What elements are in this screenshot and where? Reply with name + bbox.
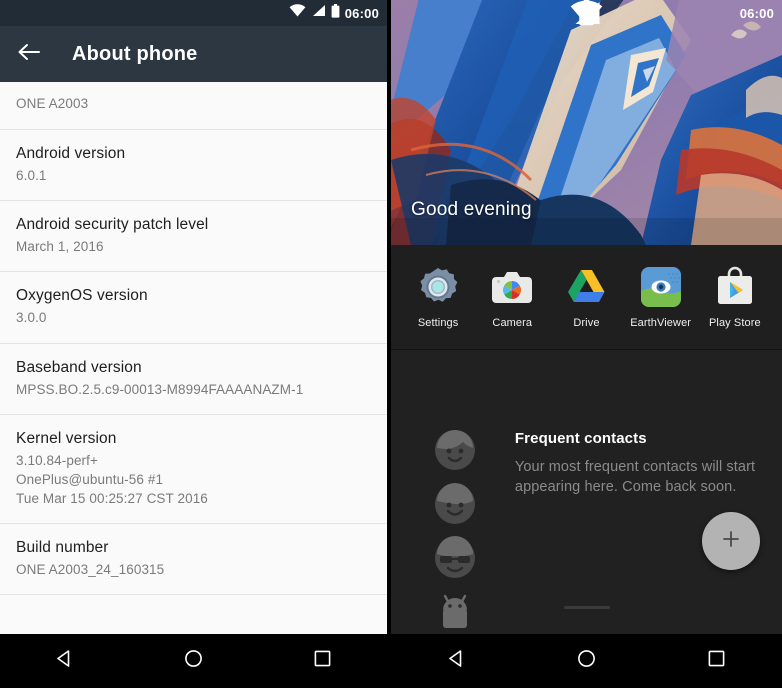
- home-circle-icon: [577, 649, 596, 673]
- recents-square-icon: [708, 650, 725, 672]
- settings-row[interactable]: Android security patch level March 1, 201…: [0, 201, 387, 273]
- back-triangle-icon: [55, 649, 74, 673]
- app-shortcut-play-store[interactable]: Play Store: [704, 265, 766, 329]
- app-label: Drive: [573, 317, 600, 329]
- app-shortcut-camera[interactable]: Camera: [481, 265, 543, 329]
- wifi-icon: [289, 4, 306, 22]
- app-shortcut-row: Settings Camera Drive EarthViewer Play S…: [391, 245, 782, 350]
- settings-row-value: ONE A2003_24_160315: [16, 562, 165, 578]
- nav-home-button[interactable]: [167, 634, 221, 688]
- settings-row-title: Android security patch level: [16, 216, 209, 234]
- back-triangle-icon: [447, 649, 466, 673]
- wallpaper: 06:00 Good evening: [391, 0, 782, 245]
- app-label: EarthViewer: [630, 317, 692, 329]
- settings-row-title: Build number: [16, 539, 109, 557]
- nav-back-button[interactable]: [38, 634, 92, 688]
- settings-row-value: 6.0.1: [16, 168, 47, 184]
- frequent-contacts-body: Your most frequent contacts will start a…: [514, 459, 756, 495]
- nav-back-button[interactable]: [429, 634, 483, 688]
- dual-phone-screenshot: 06:00 About phone ONE A2003 Android versi…: [0, 0, 782, 688]
- plus-icon: [721, 529, 741, 554]
- about-phone-app-bar: About phone: [0, 26, 387, 82]
- earthviewer-eye-icon: [639, 265, 683, 309]
- status-bar-clock: 06:00: [344, 5, 379, 21]
- settings-row-value: 3.10.84-perf+ OnePlus@ubuntu-56 #1 Tue Mar…: [16, 452, 208, 507]
- settings-row-value: ONE A2003: [16, 96, 89, 111]
- settings-row-title: Baseband version: [16, 358, 142, 376]
- app-shortcut-drive[interactable]: Drive: [555, 265, 617, 329]
- google-drive-icon: [564, 265, 608, 309]
- settings-row[interactable]: Kernel version 3.10.84-perf+ OnePlus@ubunt…: [0, 414, 387, 525]
- avatar-grid: [433, 428, 495, 634]
- settings-row-value: March 1, 2016: [16, 239, 104, 255]
- left-nav-bar: [0, 634, 387, 688]
- settings-row-title: Kernel version: [16, 429, 117, 447]
- nav-recents-button[interactable]: [296, 634, 350, 688]
- avatar-face-1-icon: [433, 428, 477, 472]
- drag-handle[interactable]: [563, 606, 610, 609]
- recents-square-icon: [314, 650, 331, 672]
- settings-row[interactable]: Baseband version MPSS.BO.2.5.c9-00013-M89…: [0, 343, 387, 415]
- greeting-text: Good evening: [411, 199, 532, 220]
- camera-icon: [490, 265, 534, 309]
- add-contact-fab[interactable]: [702, 512, 760, 570]
- avatar-sunglasses-icon: [433, 536, 477, 580]
- app-label: Camera: [492, 317, 533, 329]
- nav-home-button[interactable]: [559, 634, 613, 688]
- signal-icon: [311, 4, 326, 22]
- avatar-android-icon: [433, 590, 477, 634]
- settings-row[interactable]: OxygenOS version 3.0.0: [0, 272, 387, 344]
- settings-row-value: 3.0.0: [16, 310, 47, 326]
- app-shortcut-earthviewer[interactable]: EarthViewer: [630, 265, 692, 329]
- right-phone-screen: 06:00 Good evening Settings Camera Drive…: [391, 0, 782, 688]
- settings-row-title: OxygenOS version: [16, 287, 148, 305]
- about-phone-list[interactable]: ONE A2003 Android version 6.0.1 Android sec…: [0, 82, 387, 634]
- settings-row-value: MPSS.BO.2.5.c9-00013-M8994FAAAANAZM-1: [16, 381, 304, 397]
- left-phone-screen: 06:00 About phone ONE A2003 Android versi…: [0, 0, 387, 688]
- settings-row[interactable]: Build number ONE A2003_24_160315: [0, 524, 387, 596]
- page-title: About phone: [72, 42, 198, 65]
- app-shortcut-settings[interactable]: Settings: [407, 265, 469, 329]
- frequent-contacts-title: Frequent contacts: [514, 430, 647, 447]
- settings-row[interactable]: Android version 6.0.1: [0, 130, 387, 202]
- battery-icon: [331, 3, 340, 23]
- right-status-bar: 06:00: [391, 0, 782, 26]
- app-label: Play Store: [708, 317, 761, 329]
- app-label: Settings: [417, 317, 459, 329]
- right-nav-bar: [391, 634, 782, 688]
- nav-recents-button[interactable]: [690, 634, 744, 688]
- avatar-face-2-icon: [433, 482, 477, 526]
- back-arrow-icon: [17, 43, 41, 66]
- left-status-bar: 06:00: [0, 0, 387, 26]
- frequent-contacts-section: Frequent contacts Your most frequent con…: [391, 350, 782, 634]
- settings-row-title: Android version: [16, 145, 126, 163]
- settings-row[interactable]: ONE A2003: [0, 82, 387, 131]
- back-button[interactable]: [16, 41, 42, 67]
- home-circle-icon: [184, 649, 203, 673]
- settings-gear-icon: [416, 265, 460, 309]
- play-store-icon: [713, 265, 757, 309]
